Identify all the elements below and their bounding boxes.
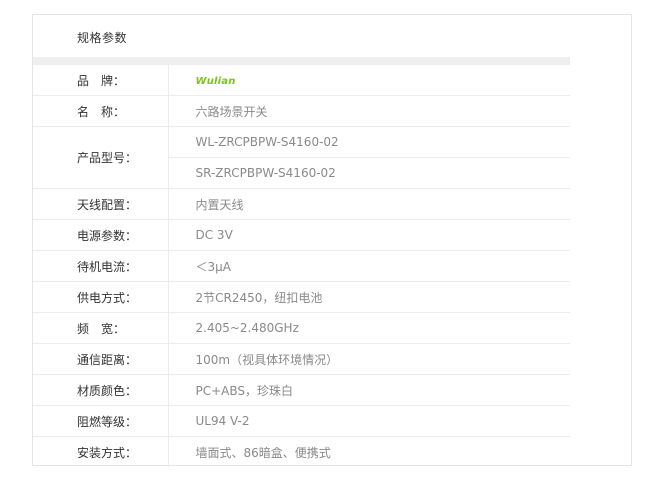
spec-row-range: 通信距离： 100m（视具体环境情况） (33, 343, 570, 375)
section-title: 规格参数 (77, 31, 128, 45)
spec-row-flame-rating: 阻燃等级： UL94 V-2 (33, 405, 570, 437)
spec-panel: 规格参数 品 牌： Wulian 名 称： 六路场景开关 产品型号： WL-ZR… (32, 14, 632, 467)
spec-label: 频 宽： (33, 312, 169, 344)
spec-label: 产品型号： (33, 126, 169, 189)
spec-value: 2节CR2450，纽扣电池 (168, 281, 570, 313)
spec-label: 安装方式： (33, 436, 169, 467)
spec-label: 阻燃等级： (33, 405, 169, 437)
spec-row-bandwidth: 频 宽： 2.405~2.480GHz (33, 312, 570, 344)
spec-label: 电源参数： (33, 219, 169, 251)
spec-value-brand: Wulian (168, 65, 570, 96)
spec-label: 通信距离： (33, 343, 169, 375)
spec-value: 内置天线 (168, 188, 570, 220)
spec-value: ＜3μA (168, 250, 570, 282)
spec-value-model-1: WL-ZRCPBPW-S4160-02 (168, 126, 570, 158)
spec-value: 100m（视具体环境情况） (168, 343, 570, 375)
spec-value: 六路场景开关 (168, 95, 570, 127)
spec-value: DC 3V (168, 219, 570, 251)
spec-label: 名 称： (33, 95, 169, 127)
spec-row-model: 产品型号： WL-ZRCPBPW-S4160-02 (33, 126, 570, 189)
spec-row-antenna: 天线配置： 内置天线 (33, 188, 570, 220)
spec-row-material: 材质颜色： PC+ABS，珍珠白 (33, 374, 570, 406)
spec-label: 材质颜色： (33, 374, 169, 406)
spec-table: 品 牌： Wulian 名 称： 六路场景开关 产品型号： WL-ZRCPBPW… (33, 65, 570, 467)
spec-label: 品 牌： (33, 65, 169, 96)
spec-row-brand: 品 牌： Wulian (33, 65, 570, 96)
spec-value: UL94 V-2 (168, 405, 570, 437)
spec-row-supply: 供电方式： 2节CR2450，纽扣电池 (33, 281, 570, 313)
spec-row-standby-current: 待机电流： ＜3μA (33, 250, 570, 282)
spec-value-model-2: SR-ZRCPBPW-S4160-02 (168, 157, 570, 189)
spec-row-name: 名 称： 六路场景开关 (33, 95, 570, 127)
spec-value: PC+ABS，珍珠白 (168, 374, 570, 406)
spec-row-installation: 安装方式： 墙面式、86暗盒、便携式 (33, 436, 570, 467)
spec-value: 墙面式、86暗盒、便携式 (195, 445, 331, 460)
spec-label: 天线配置： (33, 188, 169, 220)
header-divider-band (33, 57, 570, 65)
brand-logo: Wulian (195, 76, 236, 87)
spec-row-power: 电源参数： DC 3V (33, 219, 570, 251)
spec-label: 待机电流： (33, 250, 169, 282)
spec-label: 供电方式： (33, 281, 169, 313)
spec-value: 2.405~2.480GHz (168, 312, 570, 344)
